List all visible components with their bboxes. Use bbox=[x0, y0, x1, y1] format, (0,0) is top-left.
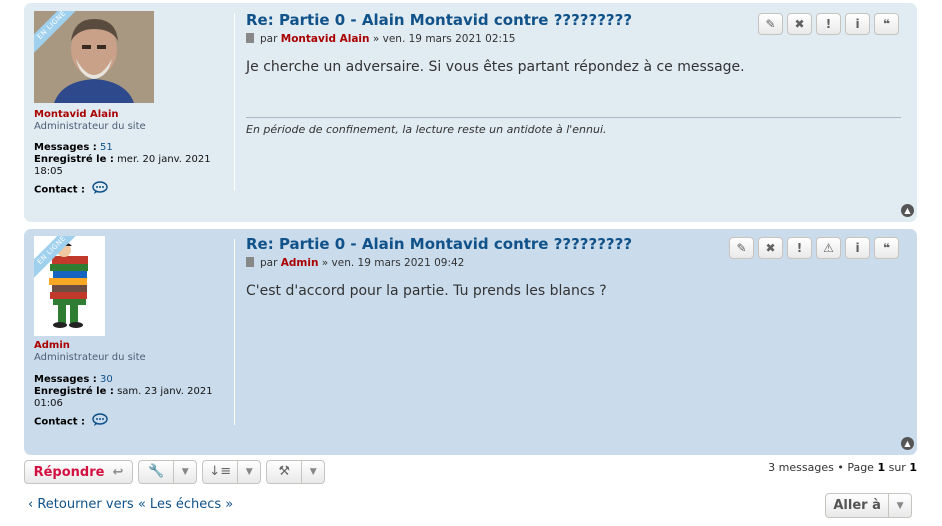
post-signature: En période de confinement, la lecture re… bbox=[246, 123, 607, 136]
profile-messages: Messages : 51 bbox=[34, 142, 234, 154]
profile-separator bbox=[234, 13, 235, 191]
chevron-down-icon: ▼ bbox=[309, 467, 317, 477]
post-actions: ✎ ✖ ! ⚠ i ❝ bbox=[729, 237, 899, 259]
quote-icon[interactable]: ❝ bbox=[874, 237, 899, 259]
post-content: Je cherche un adversaire. Si vous êtes p… bbox=[246, 59, 745, 75]
profile-username[interactable]: Admin bbox=[34, 340, 70, 351]
post-icon bbox=[246, 257, 254, 267]
pagination: 3 messages • Page 1 sur 1 bbox=[768, 461, 917, 474]
avatar[interactable]: EN LIGNE bbox=[34, 11, 154, 103]
messages-count[interactable]: 51 bbox=[100, 142, 113, 153]
messages-count[interactable]: 30 bbox=[100, 374, 113, 385]
post-1: EN LIGNE Montavid Alain Administrateur d… bbox=[24, 3, 917, 222]
post-content: C'est d'accord pour la partie. Tu prends… bbox=[246, 283, 607, 299]
delete-icon[interactable]: ✖ bbox=[787, 13, 812, 35]
post-profile: EN LIGNE Montavid Alain Administrateur d… bbox=[34, 3, 234, 222]
post-icon bbox=[246, 33, 254, 43]
back-to-top-icon[interactable]: ▲ bbox=[901, 437, 914, 450]
reply-button[interactable]: Répondre ↩ bbox=[24, 460, 133, 484]
profile-registered: Enregistré le : sam. 23 janv. 2021 01:06 bbox=[34, 386, 234, 410]
avatar[interactable]: EN LIGNE bbox=[34, 236, 105, 336]
gavel-icon: ⚒ bbox=[267, 461, 303, 483]
profile-rank: Administrateur du site bbox=[34, 352, 146, 363]
messages-label: Messages : bbox=[34, 142, 97, 153]
sort-button[interactable]: ↓≡ ▼ bbox=[202, 460, 261, 484]
profile-contact: Contact : bbox=[34, 413, 234, 430]
delete-icon[interactable]: ✖ bbox=[758, 237, 783, 259]
messages-label: Messages : bbox=[34, 374, 97, 385]
post-meta: par Montavid Alain » ven. 19 mars 2021 0… bbox=[246, 33, 515, 45]
page-sep: sur bbox=[888, 461, 906, 474]
back-to-forum-link[interactable]: ‹ Retourner vers « Les échecs » bbox=[28, 497, 233, 512]
edit-icon[interactable]: ✎ bbox=[729, 237, 754, 259]
report-icon[interactable]: ⚠ bbox=[816, 237, 841, 259]
post-profile: EN LIGNE Admin Administrateur du site Me… bbox=[34, 229, 234, 455]
contact-bubble-icon[interactable] bbox=[92, 181, 108, 198]
meta-date: » ven. 19 mars 2021 02:15 bbox=[372, 33, 516, 45]
registered-label: Enregistré le : bbox=[34, 154, 114, 165]
contact-label: Contact : bbox=[34, 416, 86, 428]
post-2: EN LIGNE Admin Administrateur du site Me… bbox=[24, 229, 917, 455]
edit-icon[interactable]: ✎ bbox=[758, 13, 783, 35]
meta-author[interactable]: Montavid Alain bbox=[281, 33, 370, 45]
meta-author[interactable]: Admin bbox=[281, 257, 319, 269]
quote-icon[interactable]: ❝ bbox=[874, 13, 899, 35]
warn-icon[interactable]: ! bbox=[816, 13, 841, 35]
profile-username[interactable]: Montavid Alain bbox=[34, 109, 119, 120]
meta-date: » ven. 19 mars 2021 09:42 bbox=[321, 257, 465, 269]
contact-bubble-icon[interactable] bbox=[92, 413, 108, 430]
signature-separator bbox=[246, 117, 901, 118]
profile-separator bbox=[234, 239, 235, 425]
moderator-tools-button[interactable]: ⚒ ▼ bbox=[266, 460, 325, 484]
info-icon[interactable]: i bbox=[845, 13, 870, 35]
topic-tools-button[interactable]: 🔧 ▼ bbox=[138, 460, 197, 484]
jump-label: Aller à bbox=[826, 494, 890, 517]
post-title[interactable]: Re: Partie 0 - Alain Montavid contre ???… bbox=[246, 11, 632, 29]
reply-label: Répondre bbox=[33, 464, 105, 480]
profile-contact: Contact : bbox=[34, 181, 234, 198]
chevron-down-icon: ▼ bbox=[181, 467, 189, 477]
profile-messages: Messages : 30 bbox=[34, 374, 234, 386]
warn-icon[interactable]: ! bbox=[787, 237, 812, 259]
profile-registered: Enregistré le : mer. 20 janv. 2021 18:05 bbox=[34, 154, 234, 178]
reply-arrow-icon: ↩ bbox=[112, 464, 124, 480]
chevron-down-icon: ▼ bbox=[896, 500, 904, 511]
post-meta: par Admin » ven. 19 mars 2021 09:42 bbox=[246, 257, 464, 269]
profile-rank: Administrateur du site bbox=[34, 121, 146, 132]
registered-label: Enregistré le : bbox=[34, 386, 114, 397]
page-current: 1 bbox=[877, 461, 886, 474]
meta-by: par bbox=[260, 33, 278, 45]
sort-icon: ↓≡ bbox=[203, 461, 239, 483]
post-title[interactable]: Re: Partie 0 - Alain Montavid contre ???… bbox=[246, 235, 632, 253]
chevron-down-icon: ▼ bbox=[245, 467, 253, 477]
info-icon[interactable]: i bbox=[845, 237, 870, 259]
contact-label: Contact : bbox=[34, 184, 86, 196]
pagination-prefix: 3 messages • Page bbox=[768, 461, 874, 474]
page-total: 1 bbox=[909, 461, 917, 474]
wrench-icon: 🔧 bbox=[139, 461, 175, 483]
post-actions: ✎ ✖ ! i ❝ bbox=[758, 13, 899, 35]
jump-to-button[interactable]: Aller à ▼ bbox=[825, 493, 912, 518]
meta-by: par bbox=[260, 257, 278, 269]
back-to-top-icon[interactable]: ▲ bbox=[901, 204, 914, 217]
